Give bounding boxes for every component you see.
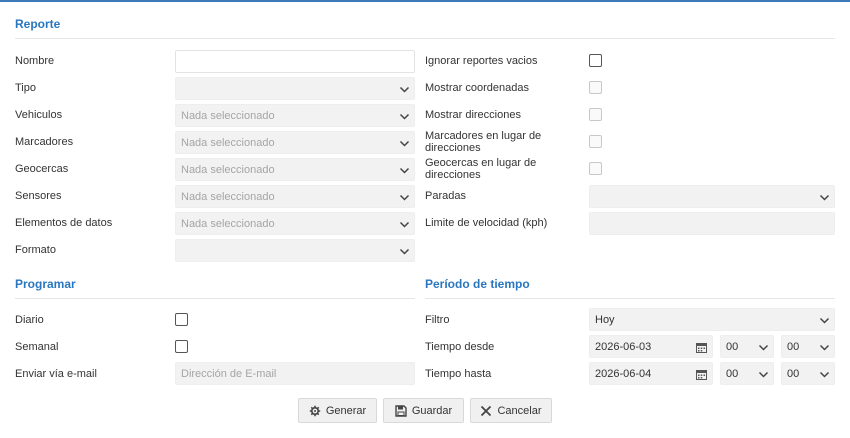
chevron-down-icon xyxy=(399,246,410,257)
close-icon xyxy=(480,405,492,417)
chevron-down-icon xyxy=(399,165,410,176)
section-title-schedule: Programar xyxy=(15,277,76,291)
email-label: Enviar vía e-mail xyxy=(15,368,97,380)
floppy-icon xyxy=(395,404,407,417)
speed-limit-label: Limite de velocidad (kph) xyxy=(425,217,548,229)
markers-label: Marcadores xyxy=(15,136,74,148)
show-coordinates-label: Mostrar coordenadas xyxy=(425,82,529,94)
markers-select-value: Nada seleccionado xyxy=(181,137,275,149)
time-to-minute-value: 00 xyxy=(787,368,800,380)
filter-label: Filtro xyxy=(425,314,450,326)
chevron-down-icon xyxy=(819,315,830,326)
cog-icon xyxy=(309,405,321,417)
chevron-down-icon xyxy=(758,342,769,353)
chevron-down-icon xyxy=(399,192,410,203)
format-label: Formato xyxy=(15,244,56,256)
data-items-select-value: Nada seleccionado xyxy=(181,218,275,230)
markers-instead-label: Marcadores en lugar de direcciones xyxy=(425,130,542,154)
geofences-select-value: Nada seleccionado xyxy=(181,164,275,176)
time-to-date-input[interactable]: 2026-06-04 xyxy=(589,362,713,385)
daily-checkbox[interactable] xyxy=(175,313,188,326)
vehicles-select[interactable]: Nada seleccionado xyxy=(175,104,415,127)
save-button[interactable]: Guardar xyxy=(383,398,464,423)
section-divider-period xyxy=(425,298,835,299)
cancel-button-label: Cancelar xyxy=(497,404,542,417)
time-to-hour-value: 00 xyxy=(726,368,739,380)
section-title-report: Reporte xyxy=(15,17,61,31)
geofences-select[interactable]: Nada seleccionado xyxy=(175,158,415,181)
chevron-down-icon xyxy=(819,342,830,353)
stops-label: Paradas xyxy=(425,190,466,202)
sensors-select-value: Nada seleccionado xyxy=(181,191,275,203)
chevron-down-icon xyxy=(399,138,410,149)
cancel-button[interactable]: Cancelar xyxy=(470,398,552,423)
show-addresses-label: Mostrar direcciones xyxy=(425,109,521,121)
time-to-hour-select[interactable]: 00 xyxy=(720,362,774,385)
format-select[interactable] xyxy=(175,239,415,262)
markers-instead-checkbox[interactable] xyxy=(589,135,602,148)
section-divider-report xyxy=(15,38,835,39)
chevron-down-icon xyxy=(758,369,769,380)
chevron-down-icon xyxy=(399,219,410,230)
generate-button[interactable]: Generar xyxy=(298,398,377,423)
data-items-select[interactable]: Nada seleccionado xyxy=(175,212,415,235)
top-accent-line xyxy=(0,0,850,2)
type-select[interactable] xyxy=(175,77,415,100)
time-from-hour-value: 00 xyxy=(726,341,739,353)
section-divider-schedule xyxy=(15,298,415,299)
time-to-date-value: 2026-06-04 xyxy=(595,368,652,380)
sensors-select[interactable]: Nada seleccionado xyxy=(175,185,415,208)
markers-select[interactable]: Nada seleccionado xyxy=(175,131,415,154)
ignore-empty-checkbox[interactable] xyxy=(589,54,602,67)
filter-select-value: Hoy xyxy=(595,314,615,326)
time-from-date-input[interactable]: 2026-06-03 xyxy=(589,335,713,358)
weekly-label: Semanal xyxy=(15,341,59,353)
calendar-icon[interactable] xyxy=(696,342,707,353)
show-addresses-checkbox[interactable] xyxy=(589,108,602,121)
email-input[interactable]: Dirección de E-mail xyxy=(175,362,415,385)
email-input-placeholder: Dirección de E-mail xyxy=(181,368,277,380)
generate-button-label: Generar xyxy=(325,404,367,417)
speed-limit-input[interactable] xyxy=(589,212,835,235)
geofences-instead-checkbox[interactable] xyxy=(589,162,602,175)
data-items-label: Elementos de datos xyxy=(15,217,113,229)
time-to-minute-select[interactable]: 00 xyxy=(781,362,835,385)
time-to-label: Tiempo hasta xyxy=(425,368,492,380)
section-title-period: Período de tiempo xyxy=(425,277,530,291)
name-label: Nombre xyxy=(15,55,55,67)
vehicles-label: Vehiculos xyxy=(15,109,63,121)
calendar-icon[interactable] xyxy=(696,369,707,380)
stops-select[interactable] xyxy=(589,185,835,208)
time-from-minute-value: 00 xyxy=(787,341,800,353)
daily-label: Diario xyxy=(15,314,44,326)
sensors-label: Sensores xyxy=(15,190,62,202)
weekly-checkbox[interactable] xyxy=(175,340,188,353)
time-from-date-value: 2026-06-03 xyxy=(595,341,652,353)
chevron-down-icon xyxy=(399,111,410,122)
name-input[interactable] xyxy=(175,50,415,73)
chevron-down-icon xyxy=(819,369,830,380)
ignore-empty-label: Ignorar reportes vacios xyxy=(425,55,538,67)
show-coordinates-checkbox[interactable] xyxy=(589,81,602,94)
type-label: Tipo xyxy=(15,82,36,94)
time-from-hour-select[interactable]: 00 xyxy=(720,335,774,358)
chevron-down-icon xyxy=(819,192,830,203)
time-from-minute-select[interactable]: 00 xyxy=(781,335,835,358)
chevron-down-icon xyxy=(399,84,410,95)
filter-select[interactable]: Hoy xyxy=(589,308,835,331)
save-button-label: Guardar xyxy=(411,404,453,417)
geofences-label: Geocercas xyxy=(15,163,69,175)
vehicles-select-value: Nada seleccionado xyxy=(181,110,275,122)
time-from-label: Tiempo desde xyxy=(425,341,495,353)
geofences-instead-label: Geocercas en lugar de direcciones xyxy=(425,157,537,181)
